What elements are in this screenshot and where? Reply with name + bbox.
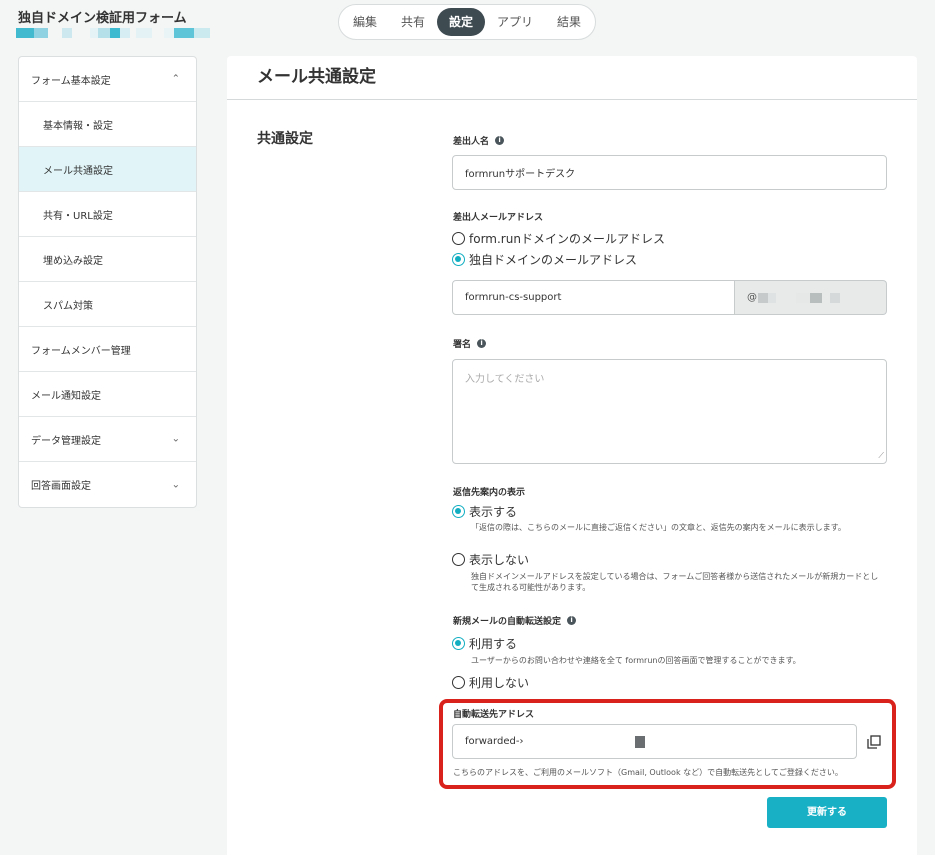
reply-display-label-text: 返信先案内の表示 — [453, 488, 526, 498]
auto-forward-label-text: 新規メールの自動転送設定 — [453, 617, 562, 627]
sidebar-item-data-manage[interactable]: データ管理設定 ⌄ — [19, 417, 196, 462]
email-local-part-input[interactable]: formrun-cs-support — [452, 280, 735, 315]
email-domain-suffix: @ — [735, 280, 887, 315]
reply-display-label: 返信先案内の表示 — [453, 485, 525, 498]
radio-circle — [452, 232, 465, 245]
email-local-part-value: formrun-cs-support — [465, 292, 562, 303]
resize-handle-icon[interactable]: ⟋ — [878, 451, 884, 461]
sidebar-item-label: 共有・URL設定 — [43, 210, 113, 222]
radio-formrun-domain[interactable]: form.runドメインのメールアドレス — [452, 230, 665, 247]
radio-label: 表示しない — [469, 553, 530, 567]
tab-results[interactable]: 結果 — [547, 8, 591, 36]
redacted-domain — [768, 292, 776, 303]
update-button[interactable]: 更新する — [767, 797, 887, 828]
arrow-glyph: › — [519, 736, 524, 747]
signature-textarea[interactable]: 入力してください ⟋ — [452, 359, 887, 464]
sidebar-item-label: フォーム基本設定 — [31, 75, 111, 87]
redacted-form-id — [16, 28, 216, 38]
sidebar-item-answer-screen[interactable]: 回答画面設定 ⌄ — [19, 462, 196, 507]
radio-reply-show[interactable]: 表示する — [452, 503, 517, 520]
radio-label: 表示する — [469, 505, 518, 519]
radio-forward-use[interactable]: 利用する — [452, 635, 517, 652]
radio-circle — [452, 553, 465, 566]
settings-sidebar: フォーム基本設定 ⌃ 基本情報・設定 メール共通設定 共有・URL設定 埋め込み… — [18, 56, 197, 508]
signature-label: 署名 i — [453, 337, 487, 350]
main-tabs: 編集 共有 設定 アプリ 結果 — [338, 4, 596, 40]
radio-reply-hide[interactable]: 表示しない — [452, 551, 529, 568]
sidebar-item-mail-common[interactable]: メール共通設定 — [19, 147, 196, 192]
forward-address-label: 自動転送先アドレス — [453, 707, 534, 720]
info-icon[interactable]: i — [495, 136, 505, 145]
info-icon[interactable]: i — [567, 616, 577, 625]
sidebar-item-embed[interactable]: 埋め込み設定 — [19, 237, 196, 282]
page-title: メール共通設定 — [227, 56, 917, 100]
radio-custom-domain[interactable]: 独自ドメインのメールアドレス — [452, 251, 637, 268]
info-icon[interactable]: i — [477, 339, 487, 348]
tab-share[interactable]: 共有 — [393, 8, 433, 36]
redacted-domain — [810, 292, 822, 303]
chevron-down-icon: ⌄ — [171, 479, 180, 490]
domain-at-sign: @ — [747, 292, 757, 303]
redacted-address — [635, 735, 646, 748]
radio-label: 独自ドメインのメールアドレス — [469, 253, 638, 267]
radio-forward-not-use[interactable]: 利用しない — [452, 674, 529, 691]
sender-name-label-text: 差出人名 — [453, 137, 490, 147]
redacted-domain — [758, 292, 768, 303]
sender-name-input[interactable]: formrunサポートデスク — [452, 155, 887, 190]
sidebar-item-label: スパム対策 — [43, 300, 93, 312]
chevron-up-icon: ⌃ — [171, 73, 180, 85]
auto-forward-label: 新規メールの自動転送設定 i — [453, 614, 577, 627]
app-title: 独自ドメイン検証用フォーム — [18, 11, 187, 26]
sidebar-item-label: メール通知設定 — [31, 390, 101, 402]
sidebar-item-label: 基本情報・設定 — [43, 120, 113, 132]
radio-circle — [452, 505, 465, 518]
sidebar-item-label: メール共通設定 — [43, 165, 113, 177]
tab-settings[interactable]: 設定 — [437, 8, 485, 36]
forward-address-input[interactable]: forwarded- › — [452, 724, 857, 759]
redacted-domain — [796, 292, 810, 303]
sender-name-label: 差出人名 i — [453, 134, 505, 147]
forward-address-label-text: 自動転送先アドレス — [453, 710, 535, 720]
sidebar-item-label: 回答画面設定 — [31, 481, 91, 492]
sidebar-item-mail-notify[interactable]: メール通知設定 — [19, 372, 196, 417]
sidebar-item-form-basic[interactable]: フォーム基本設定 ⌃ — [19, 57, 196, 102]
copy-icon[interactable] — [867, 735, 881, 749]
forward-use-help: ユーザーからのお問い合わせや連絡を全て formrunの回答画面で管理することが… — [471, 656, 801, 665]
reply-show-help: 「返信の際は、こちらのメールに直接ご返信ください」の文章と、返信先の案内をメール… — [471, 523, 846, 532]
tab-edit[interactable]: 編集 — [345, 8, 385, 36]
forward-address-help: こちらのアドレスを、ご利用のメールソフト（Gmail, Outlook など）で… — [453, 768, 843, 777]
sidebar-item-spam[interactable]: スパム対策 — [19, 282, 196, 327]
radio-label: form.runドメインのメールアドレス — [469, 232, 665, 246]
radio-label: 利用しない — [469, 676, 530, 690]
signature-placeholder: 入力してください — [465, 374, 545, 385]
sender-email-label-text: 差出人メールアドレス — [453, 213, 544, 223]
tab-apps[interactable]: アプリ — [491, 8, 539, 36]
sidebar-item-form-members[interactable]: フォームメンバー管理 — [19, 327, 196, 372]
chevron-down-icon: ⌄ — [171, 433, 180, 445]
sender-name-value: formrunサポートデスク — [465, 169, 576, 180]
sidebar-item-basic-info[interactable]: 基本情報・設定 — [19, 102, 196, 147]
section-title: 共通設定 — [257, 131, 313, 147]
signature-label-text: 署名 — [453, 340, 472, 350]
radio-circle — [452, 637, 465, 650]
sidebar-item-share-url[interactable]: 共有・URL設定 — [19, 192, 196, 237]
sender-email-label: 差出人メールアドレス — [453, 210, 543, 223]
redacted-domain — [830, 292, 840, 303]
radio-circle — [452, 676, 465, 689]
sidebar-item-label: フォームメンバー管理 — [31, 345, 131, 357]
forward-address-value: forwarded- — [465, 736, 520, 747]
sidebar-item-label: 埋め込み設定 — [43, 255, 103, 267]
radio-label: 利用する — [469, 637, 518, 651]
sidebar-item-label: データ管理設定 — [31, 435, 101, 447]
reply-hide-help: 独自ドメインメールアドレスを設定している場合は、フォームご回答者様から送信された… — [471, 572, 879, 592]
radio-circle — [452, 253, 465, 266]
